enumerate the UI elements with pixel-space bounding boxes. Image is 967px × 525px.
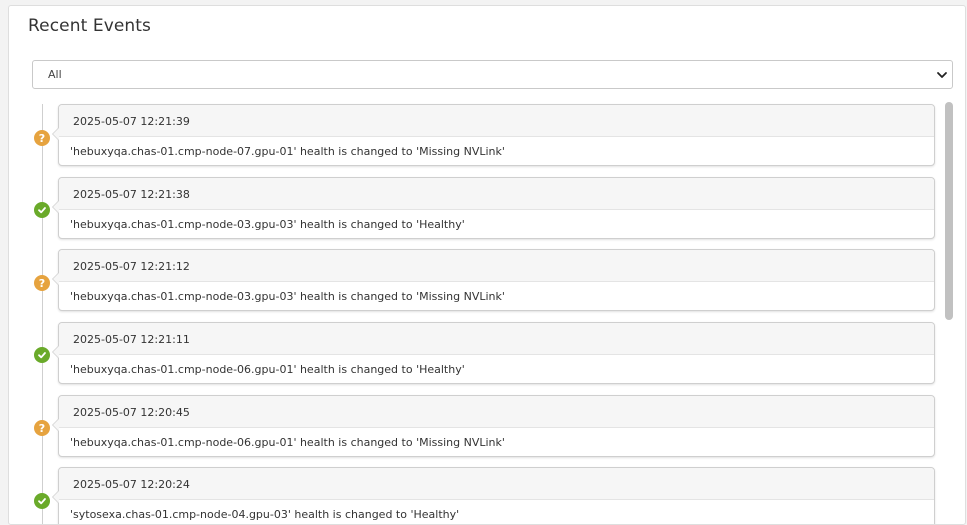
event-card[interactable]: 2025-05-07 12:20:45 'hebuxyqa.chas-01.cm…	[52, 395, 935, 457]
event-time: 2025-05-07 12:21:12	[73, 260, 190, 273]
chevron-down-icon	[937, 72, 947, 78]
question-icon: ?	[34, 275, 50, 291]
event-header	[59, 178, 934, 210]
event-card[interactable]: 2025-05-07 12:21:12 'hebuxyqa.chas-01.cm…	[52, 249, 935, 311]
timeline-line	[42, 104, 43, 524]
event-message: 'hebuxyqa.chas-01.cmp-node-03.gpu-03' he…	[70, 218, 465, 231]
event-time: 2025-05-07 12:21:39	[73, 115, 190, 128]
event-message: 'hebuxyqa.chas-01.cmp-node-06.gpu-01' he…	[70, 363, 465, 376]
event-time: 2025-05-07 12:20:24	[73, 478, 190, 491]
event-header	[59, 396, 934, 428]
recent-events-panel: Recent Events All ? 2025-05-07 12:21:39 …	[8, 5, 966, 525]
event-header	[59, 468, 934, 500]
timeline-scrollbar[interactable]	[945, 102, 953, 320]
event-message: 'hebuxyqa.chas-01.cmp-node-06.gpu-01' he…	[70, 436, 505, 449]
event-message: 'hebuxyqa.chas-01.cmp-node-03.gpu-03' he…	[70, 290, 505, 303]
question-icon: ?	[34, 420, 50, 436]
panel-title: Recent Events	[28, 16, 152, 36]
event-timeline[interactable]: ? 2025-05-07 12:21:39 'hebuxyqa.chas-01.…	[9, 98, 965, 524]
event-card[interactable]: 2025-05-07 12:21:39 'hebuxyqa.chas-01.cm…	[52, 104, 935, 166]
check-icon	[34, 347, 50, 363]
event-header	[59, 250, 934, 282]
filter-selected-value: All	[48, 68, 62, 81]
question-icon: ?	[34, 130, 50, 146]
event-card[interactable]: 2025-05-07 12:21:11 'hebuxyqa.chas-01.cm…	[52, 322, 935, 384]
event-message: 'hebuxyqa.chas-01.cmp-node-07.gpu-01' he…	[70, 145, 505, 158]
event-filter-select[interactable]: All	[32, 60, 953, 89]
event-time: 2025-05-07 12:21:38	[73, 188, 190, 201]
event-message: 'sytosexa.chas-01.cmp-node-04.gpu-03' he…	[70, 508, 460, 521]
event-card[interactable]: 2025-05-07 12:20:24 'sytosexa.chas-01.cm…	[52, 467, 935, 524]
event-header	[59, 323, 934, 355]
event-time: 2025-05-07 12:20:45	[73, 406, 190, 419]
check-icon	[34, 202, 50, 218]
event-time: 2025-05-07 12:21:11	[73, 333, 190, 346]
event-header	[59, 105, 934, 137]
event-card[interactable]: 2025-05-07 12:21:38 'hebuxyqa.chas-01.cm…	[52, 177, 935, 239]
check-icon	[34, 493, 50, 509]
